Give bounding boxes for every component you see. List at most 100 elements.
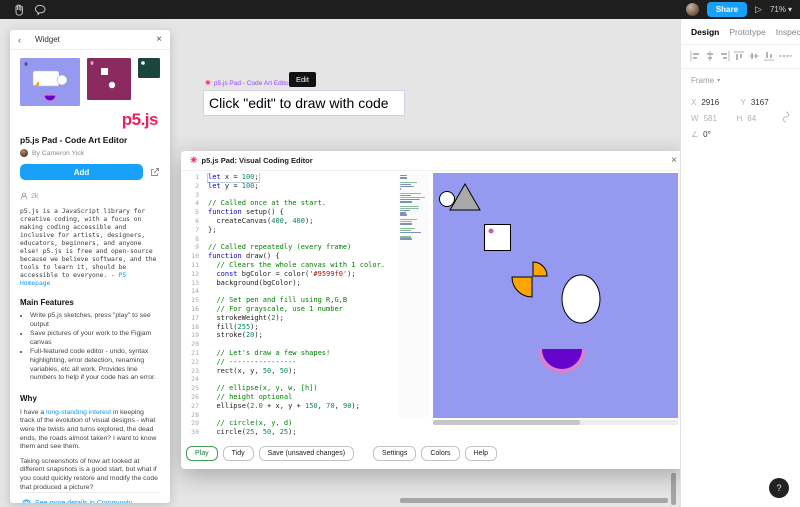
- back-icon[interactable]: ‹: [18, 35, 21, 45]
- gallery-thumbnail-1[interactable]: [20, 58, 80, 106]
- code-editor[interactable]: 1let x = 100;2let y = 100;34// Called on…: [185, 173, 397, 439]
- code-line[interactable]: 30 circle(25, 50, 25);: [185, 428, 397, 437]
- tab-prototype[interactable]: Prototype: [729, 27, 765, 37]
- align-bottom-icon[interactable]: [763, 50, 775, 62]
- tidy-button[interactable]: Tidy: [223, 446, 254, 461]
- code-minimap[interactable]: [399, 173, 429, 417]
- p5-widget-on-canvas[interactable]: Click "edit" to draw with code: [203, 90, 405, 116]
- settings-button[interactable]: Settings: [373, 446, 416, 461]
- close-icon[interactable]: ×: [671, 155, 677, 166]
- feature-item: Save pictures of your work to the Figjam…: [30, 330, 160, 347]
- add-widget-button[interactable]: Add: [20, 164, 143, 180]
- code-line[interactable]: 8: [185, 235, 397, 244]
- gallery-thumbnail-3[interactable]: [138, 58, 160, 78]
- align-left-icon[interactable]: [689, 50, 701, 62]
- code-line[interactable]: 19 stroke(20);: [185, 331, 397, 340]
- rotation-field[interactable]: ∠0°: [691, 130, 743, 139]
- code-line[interactable]: 9// Called repeatedly (every frame): [185, 243, 397, 252]
- code-line[interactable]: 21 // Let's draw a few shapes!: [185, 349, 397, 358]
- community-details-link[interactable]: See more details in Community: [35, 500, 132, 503]
- x-field[interactable]: X2916: [691, 98, 741, 107]
- align-right-icon[interactable]: [719, 50, 731, 62]
- preview-horizontal-scrollbar[interactable]: [433, 420, 678, 425]
- code-line[interactable]: 6 createCanvas(400, 400);: [185, 217, 397, 226]
- code-line[interactable]: 23 rect(x, y, 50, 50);: [185, 367, 397, 376]
- line-number: 28: [185, 411, 199, 420]
- widget-panel-title: Widget: [35, 35, 60, 44]
- minimap-line: [400, 221, 412, 222]
- minimap-line: [400, 232, 421, 233]
- code-line[interactable]: 26 // height optional: [185, 393, 397, 402]
- code-line[interactable]: 4// Called once at the start.: [185, 199, 397, 208]
- edit-button[interactable]: Edit: [289, 72, 316, 87]
- code-text: // Called repeatedly (every frame): [208, 243, 351, 252]
- comment-tool-icon[interactable]: [30, 0, 52, 19]
- code-text: // ----------------: [208, 358, 297, 367]
- code-text: function setup() {: [208, 208, 284, 217]
- gallery-thumbnail-2[interactable]: [87, 58, 131, 100]
- align-horizontal-center-icon[interactable]: [704, 50, 716, 62]
- tab-inspect[interactable]: Inspect: [776, 27, 800, 37]
- code-line[interactable]: 2let y = 100;: [185, 182, 397, 191]
- long-standing-interest-link[interactable]: long-standing interest: [46, 409, 111, 416]
- minimap-line: [400, 212, 406, 213]
- chevron-down-icon: ▾: [788, 5, 792, 14]
- code-line[interactable]: 14: [185, 287, 397, 296]
- code-line[interactable]: 28: [185, 411, 397, 420]
- align-top-icon[interactable]: [733, 50, 745, 62]
- features-heading: Main Features: [20, 298, 160, 307]
- line-number: 22: [185, 358, 199, 367]
- width-field[interactable]: W581: [691, 114, 737, 123]
- tidy-up-icon[interactable]: [778, 50, 792, 62]
- close-icon[interactable]: ×: [156, 34, 162, 45]
- code-line[interactable]: 25 // ellipse(x, y, w, [h]): [185, 384, 397, 393]
- code-text: const bgColor = color('#9599f0');: [208, 270, 356, 279]
- canvas-horizontal-scrollbar[interactable]: [400, 498, 668, 503]
- code-line[interactable]: 7};: [185, 226, 397, 235]
- code-text: // circle(x, y, d): [208, 419, 292, 428]
- feature-item: Full-featured code editor - undo, syntax…: [30, 348, 160, 382]
- y-field[interactable]: Y3167: [741, 98, 791, 107]
- play-button[interactable]: Play: [186, 446, 218, 461]
- author-avatar[interactable]: [20, 149, 28, 157]
- height-field[interactable]: H64: [737, 114, 783, 123]
- present-icon[interactable]: ▷: [755, 4, 762, 15]
- hand-tool-icon[interactable]: [8, 0, 30, 19]
- code-line[interactable]: 27 ellipse(2.0 + x, y + 150, 70, 90);: [185, 402, 397, 411]
- code-line[interactable]: 3: [185, 191, 397, 200]
- frame-section-header[interactable]: Frame▾: [681, 69, 800, 92]
- code-line[interactable]: 10function draw() {: [185, 252, 397, 261]
- minimap-line: [400, 195, 411, 196]
- colors-button[interactable]: Colors: [421, 446, 459, 461]
- code-line[interactable]: 15 // Set pen and fill using R,G,B: [185, 296, 397, 305]
- code-line[interactable]: 13 background(bgColor);: [185, 279, 397, 288]
- align-vertical-center-icon[interactable]: [748, 50, 760, 62]
- widget-panel-body: p5.js p5.js Pad - Code Art Editor By Cam…: [10, 50, 170, 503]
- user-avatar[interactable]: [686, 3, 699, 16]
- code-line[interactable]: 5function setup() {: [185, 208, 397, 217]
- share-button[interactable]: Share: [707, 2, 747, 17]
- code-line[interactable]: 29 // circle(x, y, d): [185, 419, 397, 428]
- canvas-widget-label[interactable]: ✳ p5.js Pad - Code Art Editor - C: [205, 79, 301, 87]
- help-button[interactable]: ?: [769, 478, 789, 498]
- code-line[interactable]: 22 // ----------------: [185, 358, 397, 367]
- constrain-proportions-icon[interactable]: [782, 111, 790, 125]
- code-line[interactable]: 20: [185, 340, 397, 349]
- users-icon: [20, 192, 28, 200]
- code-line[interactable]: 12 const bgColor = color('#9599f0');: [185, 270, 397, 279]
- modal-title: p5.js Pad: Visual Coding Editor: [202, 156, 313, 165]
- canvas-vertical-scrollbar[interactable]: [671, 473, 676, 505]
- share-link-icon[interactable]: [150, 167, 160, 177]
- save-button[interactable]: Save (unsaved changes): [259, 446, 354, 461]
- tab-design[interactable]: Design: [691, 27, 719, 37]
- code-line[interactable]: 16 // For grayscale, use 1 number: [185, 305, 397, 314]
- help-button[interactable]: Help: [465, 446, 497, 461]
- code-line[interactable]: 1let x = 100;: [185, 173, 397, 182]
- code-line[interactable]: 11 // Clears the whole canvas with 1 col…: [185, 261, 397, 270]
- minimap-line: [400, 223, 412, 224]
- code-line[interactable]: 24: [185, 375, 397, 384]
- code-line[interactable]: 18 fill(255);: [185, 323, 397, 332]
- code-line[interactable]: 17 strokeWeight(2);: [185, 314, 397, 323]
- p5-widget-icon: ✳: [205, 79, 211, 87]
- zoom-menu[interactable]: 71%▾: [770, 5, 792, 14]
